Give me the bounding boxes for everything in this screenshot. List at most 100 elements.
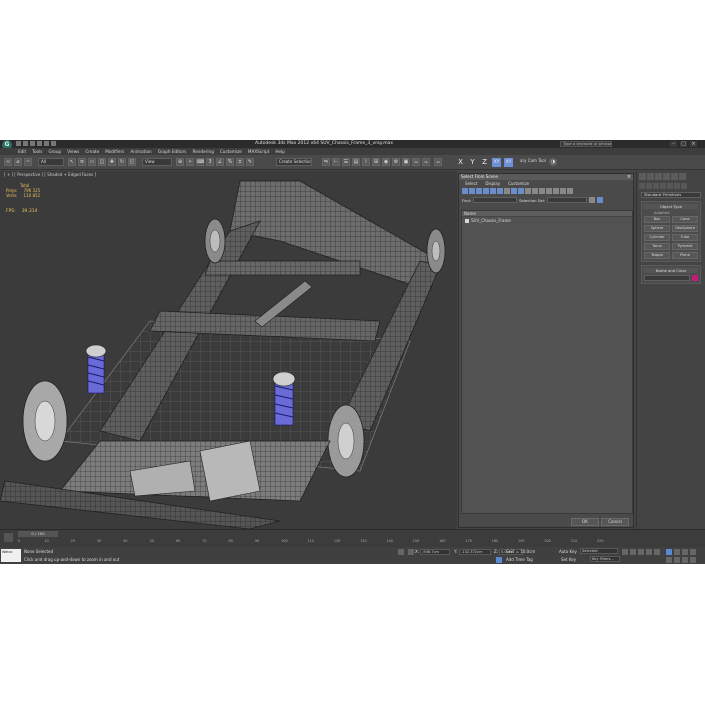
angle-snap-icon[interactable]: ∠ xyxy=(216,158,224,166)
open-file-icon[interactable] xyxy=(23,141,28,146)
select-object-icon[interactable]: ↖ xyxy=(68,158,76,166)
spinner-snap-icon[interactable]: ± xyxy=(236,158,244,166)
dialog-menu-customize[interactable]: Customize xyxy=(508,180,529,187)
menu-rendering[interactable]: Rendering xyxy=(192,148,213,155)
menu-customize[interactable]: Customize xyxy=(220,148,242,155)
camera-tool-icon[interactable]: ◑ xyxy=(549,158,557,166)
absolute-mode-icon[interactable] xyxy=(408,549,414,555)
percent-snap-icon[interactable]: % xyxy=(226,158,234,166)
display-all-icon[interactable] xyxy=(546,188,552,194)
move-icon[interactable]: ✥ xyxy=(108,158,116,166)
reference-coordinate-dropdown[interactable]: View xyxy=(142,158,172,166)
lights-category-icon[interactable] xyxy=(653,183,659,189)
mirror-icon[interactable]: ⇋ xyxy=(322,158,330,166)
key-mode-dropdown[interactable]: Selected xyxy=(580,548,618,554)
display-shapes-icon[interactable] xyxy=(469,188,475,194)
spacewarps-category-icon[interactable] xyxy=(674,183,680,189)
search-input[interactable]: Type a keyword or phrase xyxy=(560,141,612,147)
edit-named-selection-icon[interactable]: ✎ xyxy=(246,158,254,166)
minimize-button[interactable]: – xyxy=(670,141,677,147)
zoom-extents-icon[interactable] xyxy=(682,549,688,555)
display-none-icon[interactable] xyxy=(553,188,559,194)
menu-views[interactable]: Views xyxy=(67,148,79,155)
unlink-icon[interactable]: ⌀ xyxy=(14,158,22,166)
named-selection-dropdown[interactable]: Create Selection Se xyxy=(276,158,312,166)
cone-button[interactable]: Cone xyxy=(672,216,698,223)
name-color-header[interactable]: Name and Color xyxy=(644,268,698,273)
key-filters-button[interactable]: Key Filters... xyxy=(590,556,620,562)
next-frame-icon[interactable] xyxy=(646,549,652,555)
modify-tab-icon[interactable] xyxy=(647,173,654,180)
display-tab-icon[interactable] xyxy=(671,173,678,180)
utilities-tab-icon[interactable] xyxy=(679,173,686,180)
scene-object-list[interactable]: Name SUV_Chassis_Frame xyxy=(461,210,633,514)
set-key-button[interactable]: Set Key xyxy=(561,557,576,562)
menu-modifiers[interactable]: Modifiers xyxy=(105,148,124,155)
curve-editor-icon[interactable]: ⌇ xyxy=(362,158,370,166)
previous-frame-icon[interactable] xyxy=(630,549,636,555)
selection-set-icon[interactable] xyxy=(589,197,596,203)
ok-button[interactable]: OK xyxy=(571,518,599,526)
timeline-ticks[interactable]: 0 10 20 30 40 50 60 70 80 90 100 110 120 130 140 150 160… xyxy=(18,539,618,547)
menu-maxscript[interactable]: MAXScript xyxy=(248,148,270,155)
snaps-toggle-icon[interactable]: 3 xyxy=(206,158,214,166)
object-type-header[interactable]: Object Type xyxy=(644,204,698,209)
select-manipulate-icon[interactable]: ✧ xyxy=(186,158,194,166)
axis-z-button[interactable]: Z xyxy=(480,158,489,167)
cancel-button[interactable]: Cancel xyxy=(601,518,629,526)
undo-icon[interactable] xyxy=(37,141,42,146)
play-icon[interactable] xyxy=(638,549,644,555)
menu-help[interactable]: Help xyxy=(275,148,285,155)
primitive-category-dropdown[interactable]: Standard Primitives xyxy=(641,192,701,198)
maximize-button[interactable]: □ xyxy=(680,141,687,147)
bind-space-warp-icon[interactable]: ~ xyxy=(24,158,32,166)
menu-edit[interactable]: Edit xyxy=(18,148,26,155)
render-production-icon[interactable]: ☕ xyxy=(412,158,420,166)
link-icon[interactable]: ∞ xyxy=(4,158,12,166)
perspective-viewport[interactable]: [ + ] [ Perspective ] [ Shaded + Edged F… xyxy=(0,171,457,529)
create-tab-icon[interactable] xyxy=(639,173,646,180)
go-to-end-icon[interactable] xyxy=(654,549,660,555)
shapes-category-icon[interactable] xyxy=(646,183,652,189)
field-of-view-icon[interactable] xyxy=(666,557,672,563)
graphite-ribbon-icon[interactable]: ▤ xyxy=(352,158,360,166)
menu-graph-editors[interactable]: Graph Editors xyxy=(158,148,187,155)
render-iterative-icon[interactable]: ☕ xyxy=(422,158,430,166)
hierarchy-tab-icon[interactable] xyxy=(655,173,662,180)
axis-xy-constraint-button[interactable]: XY xyxy=(504,158,513,167)
maximize-viewport-icon[interactable] xyxy=(690,557,696,563)
auto-key-button[interactable]: Auto Key xyxy=(559,549,577,554)
schematic-view-icon[interactable]: ⊞ xyxy=(372,158,380,166)
y-coordinate-field[interactable]: -132.372cm xyxy=(459,549,491,555)
project-folder-icon[interactable] xyxy=(51,141,56,146)
selection-filter-dropdown[interactable]: All xyxy=(38,158,64,166)
scale-icon[interactable]: ◰ xyxy=(128,158,136,166)
layer-manager-icon[interactable]: ☰ xyxy=(342,158,350,166)
sphere-button[interactable]: Sphere xyxy=(644,225,670,232)
motion-tab-icon[interactable] xyxy=(663,173,670,180)
display-invert-icon[interactable] xyxy=(560,188,566,194)
display-cameras-icon[interactable] xyxy=(483,188,489,194)
menu-create[interactable]: Create xyxy=(85,148,99,155)
render-active-icon[interactable]: ☕ xyxy=(434,158,442,166)
rect-selection-icon[interactable]: ▭ xyxy=(88,158,96,166)
cameras-category-icon[interactable] xyxy=(660,183,666,189)
rotate-icon[interactable]: ↻ xyxy=(118,158,126,166)
close-button[interactable]: × xyxy=(690,141,697,147)
axis-xy-button[interactable]: XY xyxy=(492,158,501,167)
display-xrefs-icon[interactable] xyxy=(511,188,517,194)
menu-group[interactable]: Group xyxy=(48,148,61,155)
redo-icon[interactable] xyxy=(44,141,49,146)
box-button[interactable]: Box xyxy=(644,216,670,223)
keyboard-shortcut-icon[interactable]: ⌨ xyxy=(196,158,204,166)
list-item[interactable]: SUV_Chassis_Frame xyxy=(462,217,632,224)
dialog-close-icon[interactable]: × xyxy=(627,174,631,180)
plane-button[interactable]: Plane xyxy=(672,252,698,259)
geometry-category-icon[interactable] xyxy=(639,183,645,189)
display-helpers-icon[interactable] xyxy=(490,188,496,194)
object-name-input[interactable] xyxy=(644,275,690,281)
teapot-button[interactable]: Teapot xyxy=(644,252,670,259)
rendered-frame-icon[interactable]: ▣ xyxy=(402,158,410,166)
display-bones-icon[interactable] xyxy=(518,188,524,194)
display-lights-icon[interactable] xyxy=(476,188,482,194)
